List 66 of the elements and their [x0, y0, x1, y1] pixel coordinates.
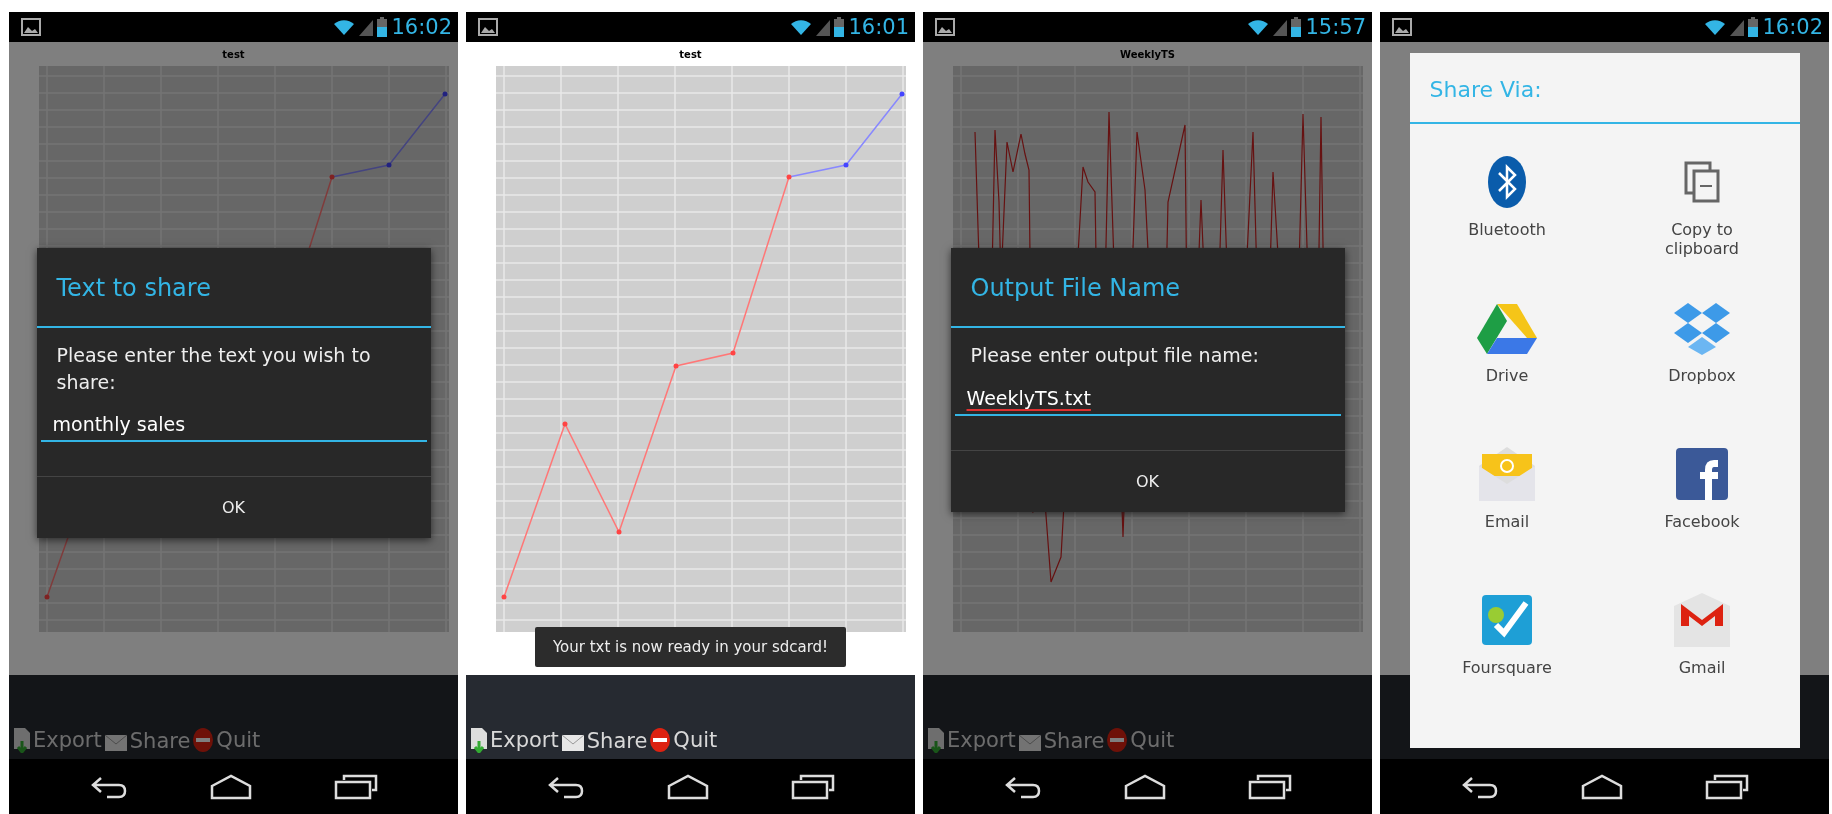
dialog-title: Text to share — [55, 273, 212, 304]
bluetooth-icon — [1487, 155, 1527, 209]
wifi-icon — [1704, 18, 1727, 36]
share-target[interactable]: Dropbox — [1604, 292, 1800, 438]
action-button[interactable]: Export — [470, 727, 559, 753]
wifi-icon — [333, 18, 356, 36]
text-field[interactable]: monthly sales — [40, 409, 427, 443]
recent-apps-icon[interactable] — [1704, 773, 1749, 800]
checkmark-icon — [1482, 595, 1532, 645]
recent-apps-icon[interactable] — [1247, 773, 1292, 800]
chart-title: WeeklyTS — [1120, 49, 1175, 60]
recent-apps-icon[interactable] — [790, 773, 835, 800]
battery-icon — [1291, 17, 1302, 37]
dialog-title: Output File Name — [969, 273, 1182, 304]
text-field[interactable]: WeeklyTS.txt — [954, 382, 1341, 416]
dialog-title: Share Via: — [1428, 76, 1543, 104]
box-icon — [1672, 301, 1732, 355]
share-target[interactable]: Gmail — [1604, 584, 1800, 730]
stop-icon — [649, 727, 672, 753]
image-icon — [21, 18, 41, 36]
share-target[interactable]: Copy to clipboard — [1604, 146, 1800, 292]
action-button[interactable]: Quit — [649, 727, 718, 753]
stop-icon — [192, 727, 215, 753]
image-icon — [1392, 18, 1412, 36]
facebook-icon — [1676, 448, 1728, 500]
share-target[interactable]: Foursquare — [1409, 584, 1605, 730]
image-icon — [478, 18, 498, 36]
email-icon — [1478, 446, 1536, 502]
home-icon[interactable] — [1123, 773, 1168, 800]
clock-time: 16:01 — [848, 15, 909, 39]
clock-time: 15:57 — [1305, 15, 1366, 39]
drive-icon — [1477, 302, 1537, 354]
document-icon — [927, 727, 945, 753]
wifi-icon — [790, 18, 813, 36]
clock-time: 16:02 — [391, 15, 452, 39]
stop-icon — [1106, 727, 1129, 753]
home-icon[interactable] — [1580, 773, 1625, 800]
dialog-message: Please enter output file name: — [969, 343, 1260, 368]
toast-message: Your txt is now ready in your sdcard! — [534, 627, 847, 667]
document-icon — [470, 727, 488, 753]
recent-apps-icon[interactable] — [333, 773, 378, 800]
copy-icon — [1684, 161, 1720, 203]
ok-button[interactable]: OK — [950, 449, 1345, 512]
home-icon[interactable] — [666, 773, 711, 800]
ok-button[interactable]: OK — [36, 476, 431, 539]
signal-icon — [1273, 18, 1288, 36]
signal-icon — [816, 18, 831, 36]
share-target[interactable]: Facebook — [1604, 438, 1800, 584]
signal-icon — [359, 18, 374, 36]
dialog-message: Please enter the text you wish to share: — [55, 343, 372, 395]
home-icon[interactable] — [209, 773, 254, 800]
action-button[interactable]: Share — [560, 729, 648, 753]
clock-time: 16:02 — [1762, 15, 1823, 39]
share-target[interactable]: Bluetooth — [1409, 146, 1605, 292]
battery-icon — [834, 17, 845, 37]
share-target[interactable]: Email — [1409, 438, 1605, 584]
chart-title: test — [679, 49, 702, 60]
document-icon — [13, 727, 31, 753]
wifi-icon — [1247, 18, 1270, 36]
gmail-icon — [1673, 592, 1731, 648]
chart-title: test — [222, 49, 245, 60]
battery-icon — [1748, 17, 1759, 37]
signal-icon — [1730, 18, 1745, 36]
battery-icon — [377, 17, 388, 37]
share-target[interactable]: Drive — [1409, 292, 1605, 438]
image-icon — [935, 18, 955, 36]
